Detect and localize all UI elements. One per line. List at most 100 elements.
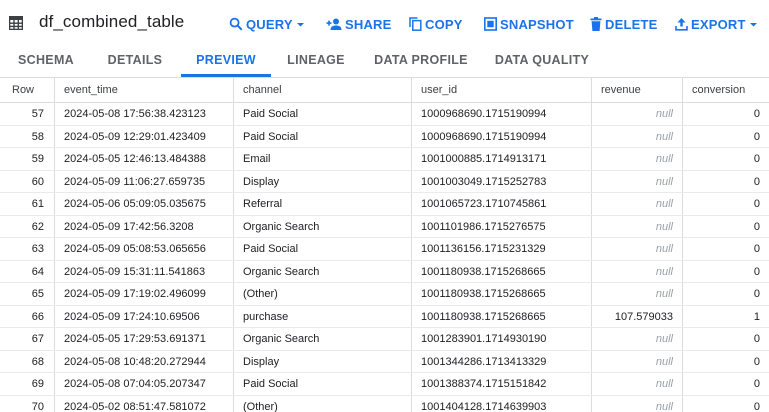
row-number-cell: 67 [31,333,44,345]
event-time-cell: 2024-05-09 15:31:11.541863 [54,260,233,282]
column-header-channel[interactable]: channel [233,78,411,102]
tab-bar: SCHEMA DETAILS PREVIEW LINEAGE DATA PROF… [0,45,769,78]
user-id-cell: 1001180938.1715268665 [411,283,591,305]
copy-button[interactable]: COPY [409,15,463,33]
table-row[interactable]: 60 2024-05-09 11:06:27.659735 Display 10010… [0,170,769,193]
table-icon [9,16,23,30]
revenue-cell: null [591,148,682,170]
row-number-cell: 69 [31,378,44,390]
table-row[interactable]: 62 2024-05-09 17:42:56.3208 Organic Search… [0,215,769,238]
channel-cell: Paid Social [233,238,411,260]
table-row[interactable]: 58 2024-05-09 12:29:01.423409 Paid Social 1… [0,125,769,148]
user-id-cell: 1001404128.1714639903 [411,395,591,412]
user-id-cell: 1001136156.1715231329 [411,238,591,260]
row-number-cell: 60 [31,175,44,188]
table-row[interactable]: 57 2024-05-08 17:56:38.423123 Paid Social 1… [0,103,769,126]
share-button-label: SHARE [345,16,392,32]
tab-lineage[interactable]: LINEAGE [281,45,351,77]
upload-icon [675,18,688,31]
revenue-cell: null [591,395,682,412]
table-row[interactable]: 68 2024-05-08 10:48:20.272944 Display 10013… [0,350,769,373]
delete-button-label: DELETE [605,16,658,32]
page-title: df_combined_table [39,12,185,31]
conversion-cell: 0 [682,193,769,215]
event-time-cell: 2024-05-08 07:04:05.207347 [54,373,233,395]
channel-cell: Email [233,148,411,170]
user-id-cell: 1001000885.1714913171 [411,148,591,170]
channel-cell: Paid Social [233,125,411,147]
revenue-cell: null [591,215,682,237]
query-button[interactable]: QUERY [229,15,305,33]
column-header-conversion[interactable]: conversion [682,78,769,102]
table-row[interactable]: 64 2024-05-09 15:31:11.541863 Organic Sear… [0,260,769,283]
channel-cell: Organic Search [233,260,411,282]
conversion-cell: 0 [682,350,769,372]
tab-data-quality[interactable]: DATA QUALITY [490,45,594,77]
revenue-cell: null [591,125,682,147]
channel-cell: Display [233,350,411,372]
event-time-cell: 2024-05-08 10:48:20.272944 [54,350,233,372]
tab-schema[interactable]: SCHEMA [12,45,80,77]
user-id-cell: 1001003049.1715252783 [411,170,591,192]
user-id-cell: 1001344286.1713413329 [411,350,591,372]
row-number-cell: 61 [31,198,44,210]
table-row[interactable]: 66 2024-05-09 17:24:10.69506 purchase 10011… [0,305,769,328]
share-button[interactable]: SHARE [326,15,392,33]
event-time-cell: 2024-05-09 17:19:02.496099 [54,283,233,305]
column-header-event-time[interactable]: event_time [54,78,233,102]
event-time-cell: 2024-05-06 05:09:05.035675 [54,193,233,215]
user-id-cell: 1001065723.1710745861 [411,193,591,215]
channel-cell: Paid Social [233,373,411,395]
delete-button[interactable]: DELETE [590,15,657,33]
conversion-cell: 0 [682,260,769,282]
table-row[interactable]: 61 2024-05-06 05:09:05.035675 Referral 1001… [0,193,769,216]
conversion-cell: 0 [682,170,769,192]
snapshot-button[interactable]: SNAPSHOT [484,15,574,33]
channel-cell: (Other) [233,283,411,305]
conversion-cell: 0 [682,103,769,125]
caret-down-icon [749,22,757,26]
event-time-cell: 2024-05-09 11:06:27.659735 [54,170,233,192]
tab-details[interactable]: DETAILS [101,45,169,77]
column-header-revenue[interactable]: revenue [591,78,682,102]
column-header-user-id[interactable]: user_id [411,78,591,102]
row-number-cell: 66 [31,310,44,323]
revenue-cell: null [591,350,682,372]
event-time-cell: 2024-05-05 17:29:53.691371 [54,328,233,350]
table-row[interactable]: 67 2024-05-05 17:29:53.691371 Organic Sear… [0,328,769,351]
table-row[interactable]: 59 2024-05-05 12:46:13.484388 Email 1001000… [0,148,769,171]
table-row[interactable]: 70 2024-05-02 08:51:47.581072 (Other) 10014… [0,395,769,412]
person-add-icon [326,18,342,30]
active-tab-indicator [181,74,271,77]
event-time-cell: 2024-05-09 05:08:53.065656 [54,238,233,260]
event-time-cell: 2024-05-09 17:42:56.3208 [54,215,233,237]
caret-down-icon [296,22,304,26]
channel-cell: (Other) [233,395,411,412]
tab-preview[interactable]: PREVIEW [181,45,271,77]
event-time-cell: 2024-05-05 12:46:13.484388 [54,148,233,170]
revenue-cell: null [591,373,682,395]
table-row[interactable]: 63 2024-05-09 05:08:53.065656 Paid Social 1… [0,238,769,261]
row-number-cell: 64 [31,265,44,278]
channel-cell: Paid Social [233,103,411,125]
table-row[interactable]: 65 2024-05-09 17:19:02.496099 (Other) 10011… [0,283,769,306]
conversion-cell: 0 [682,395,769,412]
query-button-label: QUERY [246,16,293,32]
row-number-cell: 65 [31,288,44,300]
table-row[interactable]: 69 2024-05-08 07:04:05.207347 Paid Social 1… [0,373,769,396]
user-id-cell: 1001180938.1715268665 [411,305,591,327]
user-id-cell: 1001101986.1715276575 [411,215,591,237]
export-button[interactable]: EXPORT [675,15,758,33]
copy-button-label: COPY [425,16,463,32]
user-id-cell: 1001283901.1714930190 [411,328,591,350]
row-number-cell: 59 [31,153,44,165]
row-number-cell: 62 [31,220,44,233]
column-header-row[interactable]: Row [0,78,54,102]
tab-data-profile[interactable]: DATA PROFILE [372,45,470,77]
conversion-cell: 1 [682,305,769,327]
conversion-cell: 0 [682,238,769,260]
row-number-cell: 58 [31,130,44,143]
user-id-cell: 1000968690.1715190994 [411,103,591,125]
row-number-cell: 57 [31,108,44,120]
revenue-cell: null [591,103,682,125]
